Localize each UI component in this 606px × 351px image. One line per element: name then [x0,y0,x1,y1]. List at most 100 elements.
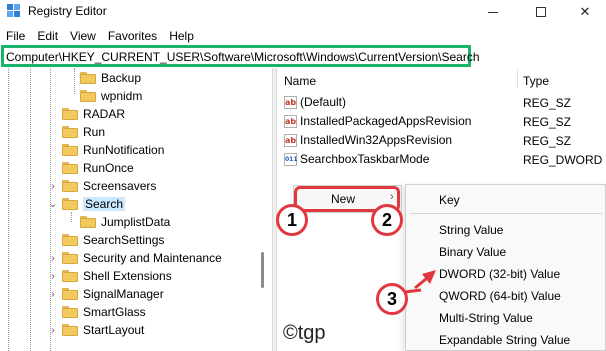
close-button[interactable]: ✕ [562,0,606,24]
folder-icon [62,252,78,264]
tree-item-label: StartLayout [83,323,145,337]
scrollbar-thumb[interactable] [261,252,264,288]
tree-guide-line [8,68,9,351]
tree-guide-line [71,212,72,222]
tree-item-label: RunNotification [83,143,165,157]
tree-item[interactable]: StartLayout [62,321,144,339]
tree-item-search-selected[interactable]: Search [62,195,126,213]
chevron-down-icon[interactable]: ⌄ [48,199,58,210]
tree-item-label: Run [83,125,106,139]
folder-icon [62,270,78,282]
folder-icon [62,288,78,300]
tree-item[interactable]: SmartGlass [62,303,146,321]
submenu-item-multi-string[interactable]: Multi-String Value [439,311,533,325]
chevron-right-icon[interactable]: › [48,181,58,192]
value-row[interactable]: ab (Default) [284,93,346,111]
minimize-icon [488,11,498,13]
string-value-icon: ab [284,114,297,128]
value-name: InstalledPackagedAppsRevision [300,114,472,128]
value-type: REG_SZ [523,134,572,148]
value-type: REG_SZ [523,115,572,129]
maximize-button[interactable] [518,0,564,24]
column-header-name[interactable]: Name [284,74,316,88]
tree-scrollbar[interactable] [261,88,265,298]
submenu-item-qword[interactable]: QWORD (64-bit) Value [439,289,561,303]
folder-icon [62,306,78,318]
value-row[interactable]: ab InstalledWin32AppsRevision [284,131,452,149]
value-type: REG_SZ [523,96,572,110]
string-value-icon: ab [284,95,297,109]
column-separator[interactable] [517,70,518,88]
dword-value-icon: 011 [284,152,298,166]
chevron-right-icon[interactable]: › [48,325,58,336]
tree-item-label: SignalManager [83,287,164,301]
tree-item[interactable]: RADAR [62,105,125,123]
menu-edit[interactable]: Edit [31,26,64,46]
tree-item[interactable]: SignalManager [62,285,164,303]
pane-splitter[interactable] [272,68,277,351]
address-bar[interactable]: Computer\HKEY_CURRENT_USER\Software\Micr… [1,45,480,67]
folder-icon [62,162,78,174]
minimize-button[interactable] [470,0,516,24]
menu-favorites[interactable]: Favorites [102,26,163,46]
menu-file[interactable]: File [0,26,31,46]
folder-icon [62,126,78,138]
folder-icon [62,198,78,210]
tree-item[interactable]: Screensavers [62,177,156,195]
menu-view[interactable]: View [64,26,102,46]
registry-editor-icon [7,4,21,18]
submenu-item-binary[interactable]: Binary Value [439,245,506,259]
value-name: SearchboxTaskbarMode [300,152,430,166]
tree-item-label: wpnidm [101,89,143,103]
chevron-right-icon[interactable]: › [48,253,58,264]
submenu-item-dword[interactable]: DWORD (32-bit) Value [439,267,560,281]
tree-item-label: SmartGlass [83,305,146,319]
folder-icon [80,72,96,84]
tree-item[interactable]: SearchSettings [62,231,164,249]
tree-item-label: RunOnce [83,161,134,175]
tree-item[interactable]: JumplistData [80,213,170,231]
tree-item[interactable]: Security and Maintenance [62,249,222,267]
chevron-right-icon[interactable]: › [48,289,58,300]
string-value-icon: ab [284,133,297,147]
folder-icon [62,180,78,192]
tree-item[interactable]: Shell Extensions [62,267,172,285]
value-name: (Default) [300,95,347,109]
tree-item[interactable]: RunNotification [62,141,164,159]
submenu-item-string[interactable]: String Value [439,223,503,237]
close-icon: ✕ [579,4,591,19]
menu-help[interactable]: Help [163,26,200,46]
tree-item-label: RADAR [83,107,126,121]
submenu-item-key[interactable]: Key [439,193,460,207]
column-header-type[interactable]: Type [523,74,549,88]
folder-icon [80,90,96,102]
step-badge-3: 3 [376,283,408,315]
maximize-icon [536,7,546,17]
folder-icon [62,108,78,120]
step-badge-2: 2 [371,204,403,236]
window-title: Registry Editor [28,4,107,18]
submenu-item-expandable-string[interactable]: Expandable String Value [439,333,570,347]
menu-separator [410,213,602,214]
chevron-right-icon[interactable]: › [48,271,58,282]
value-name: InstalledWin32AppsRevision [300,133,453,147]
tree-item-label: JumplistData [101,215,171,229]
tree-guide-line [74,68,75,94]
folder-icon [62,234,78,246]
tree-item-label: Search [83,197,126,211]
tree-item-label: Shell Extensions [83,269,172,283]
tree-item[interactable]: Backup [80,69,141,87]
address-path: Computer\HKEY_CURRENT_USER\Software\Micr… [6,50,480,64]
tree-item[interactable]: wpnidm [80,87,142,105]
tree-item[interactable]: RunOnce [62,159,134,177]
folder-icon [62,324,78,336]
tree-item-label: SearchSettings [83,233,165,247]
tree-item[interactable]: Run [62,123,105,141]
tree-item-label: Security and Maintenance [83,251,222,265]
value-row[interactable]: ab InstalledPackagedAppsRevision [284,112,471,130]
menu-bar: File Edit View Favorites Help [0,26,200,46]
folder-icon [62,144,78,156]
step-badge-1: 1 [276,204,308,236]
watermark: ©tgp [283,322,326,344]
value-row[interactable]: 011 SearchboxTaskbarMode [284,150,429,168]
